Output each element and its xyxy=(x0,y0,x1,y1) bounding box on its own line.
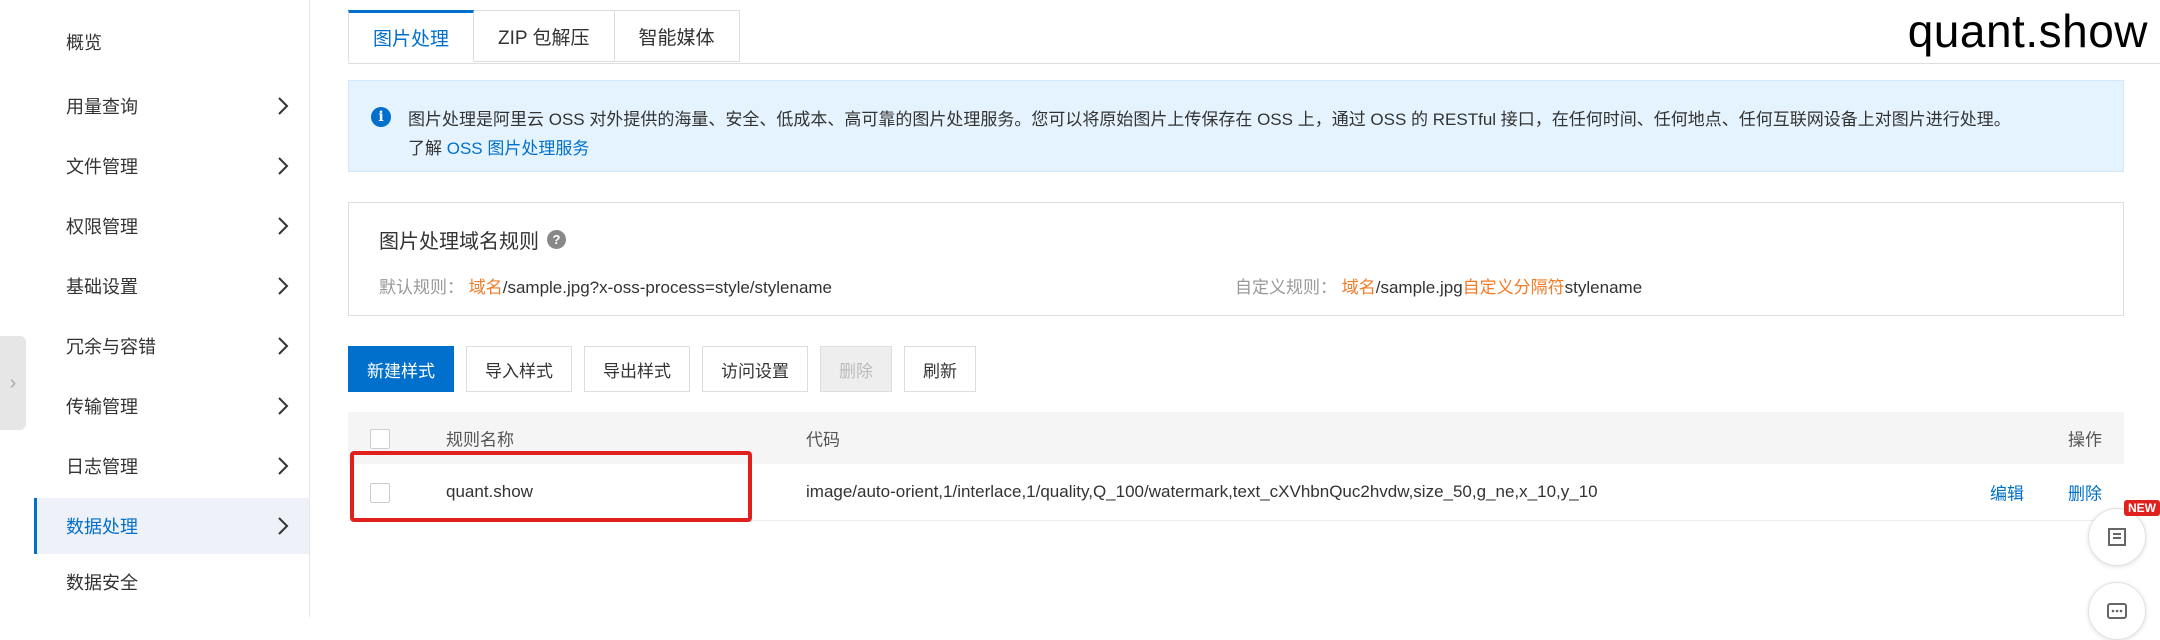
row-delete-link[interactable]: 删除 xyxy=(2068,480,2102,505)
sidebar-item-redundancy[interactable]: 冗余与容错 xyxy=(34,318,309,374)
watermark-text: quant.show xyxy=(1907,5,2148,57)
sidebar-item-label: 传输管理 xyxy=(66,397,138,417)
sidebar-item-data-security[interactable]: 数据安全 xyxy=(34,554,309,610)
main-content: 图片处理 ZIP 包解压 智能媒体 i 图片处理是阿里云 OSS 对外提供的海量… xyxy=(310,0,2160,617)
chevron-right-icon xyxy=(278,517,289,535)
custom-rule-path: /sample.jpg xyxy=(1375,278,1463,297)
chevron-right-icon xyxy=(278,277,289,295)
chevron-right-icon xyxy=(278,457,289,475)
left-gutter xyxy=(0,0,34,617)
sidebar-item-overview[interactable]: 概览 xyxy=(34,14,309,70)
sidebar-item-transfer[interactable]: 传输管理 xyxy=(34,378,309,434)
default-rule-label: 默认规则： xyxy=(379,278,464,297)
sidebar-item-label: 文件管理 xyxy=(66,157,138,177)
custom-rule: 自定义规则： 域名/sample.jpg自定义分隔符stylename xyxy=(1235,273,1642,298)
sidebar-item-data-processing[interactable]: 数据处理 xyxy=(34,498,309,554)
row-checkbox[interactable] xyxy=(370,483,390,503)
chevron-right-icon xyxy=(278,157,289,175)
styles-table: 规则名称 代码 操作 quant.show image/auto-orient,… xyxy=(348,412,2124,521)
access-settings-button[interactable]: 访问设置 xyxy=(702,346,808,392)
sidebar: 概览 用量查询 文件管理 权限管理 基础设置 冗余与容错 传输管理 日志管理 数… xyxy=(34,0,310,617)
header-actions: 操作 xyxy=(2068,430,2102,450)
default-rule: 默认规则： 域名/sample.jpg?x-oss-process=style/… xyxy=(379,273,832,298)
new-badge: NEW xyxy=(2124,500,2160,516)
book-icon xyxy=(2108,528,2126,546)
chevron-right-icon xyxy=(278,397,289,415)
oss-image-service-link[interactable]: OSS 图片处理服务 xyxy=(447,139,590,158)
tab-bar: 图片处理 ZIP 包解压 智能媒体 xyxy=(348,10,740,64)
row-code: image/auto-orient,1/interlace,1/quality,… xyxy=(806,482,1598,501)
sidebar-item-files[interactable]: 文件管理 xyxy=(34,138,309,194)
custom-rule-separator: 自定义分隔符 xyxy=(1462,278,1565,297)
info-learn-more: 了解 OSS 图片处理服务 xyxy=(408,134,589,159)
row-rule-name: quant.show xyxy=(446,482,533,501)
custom-rule-domain: 域名 xyxy=(1341,278,1376,297)
sidebar-item-label: 基础设置 xyxy=(66,277,138,297)
tab-zip-extract[interactable]: ZIP 包解压 xyxy=(474,10,615,62)
info-banner: i 图片处理是阿里云 OSS 对外提供的海量、安全、低成本、高可靠的图片处理服务… xyxy=(348,80,2124,172)
header-rule-name: 规则名称 xyxy=(446,430,514,450)
new-style-button[interactable]: 新建样式 xyxy=(348,346,454,392)
sidebar-item-label: 权限管理 xyxy=(66,217,138,237)
sidebar-item-basic-settings[interactable]: 基础设置 xyxy=(34,258,309,314)
sidebar-item-label: 数据安全 xyxy=(66,573,138,593)
default-rule-path: /sample.jpg?x-oss-process=style/stylenam… xyxy=(502,278,833,297)
chevron-right-icon: › xyxy=(9,371,17,394)
header-code: 代码 xyxy=(806,430,840,450)
chevron-right-icon xyxy=(278,97,289,115)
table-header: 规则名称 代码 操作 xyxy=(348,412,2124,464)
select-all-checkbox[interactable] xyxy=(370,429,390,449)
refresh-button[interactable]: 刷新 xyxy=(904,346,976,392)
sidebar-collapse-handle[interactable]: › xyxy=(0,336,26,430)
chat-float-button[interactable] xyxy=(2088,582,2146,640)
tab-smart-media[interactable]: 智能媒体 xyxy=(614,10,740,62)
domain-rules-title: 图片处理域名规则 ? xyxy=(379,225,566,254)
chevron-right-icon xyxy=(278,217,289,235)
info-learn-prefix: 了解 xyxy=(408,139,442,158)
sidebar-item-label: 日志管理 xyxy=(66,457,138,477)
tabs-divider xyxy=(348,63,2160,64)
docs-float-button[interactable] xyxy=(2088,508,2146,566)
info-icon: i xyxy=(371,107,391,127)
tab-image-processing[interactable]: 图片处理 xyxy=(348,10,475,62)
chevron-right-icon xyxy=(278,337,289,355)
import-style-button[interactable]: 导入样式 xyxy=(466,346,572,392)
sidebar-item-label: 冗余与容错 xyxy=(66,337,156,357)
table-row: quant.show image/auto-orient,1/interlace… xyxy=(348,464,2124,521)
sidebar-item-label: 用量查询 xyxy=(66,97,138,117)
domain-rules-panel: 图片处理域名规则 ? 默认规则： 域名/sample.jpg?x-oss-pro… xyxy=(348,202,2124,316)
sidebar-item-usage[interactable]: 用量查询 xyxy=(34,78,309,134)
delete-button: 删除 xyxy=(820,346,892,392)
custom-rule-style: stylename xyxy=(1564,278,1643,297)
domain-rules-title-text: 图片处理域名规则 xyxy=(379,231,539,253)
export-style-button[interactable]: 导出样式 xyxy=(584,346,690,392)
toolbar: 新建样式 导入样式 导出样式 访问设置 删除 刷新 xyxy=(348,346,976,394)
help-icon[interactable]: ? xyxy=(547,230,566,249)
default-rule-domain: 域名 xyxy=(468,278,503,297)
sidebar-item-permissions[interactable]: 权限管理 xyxy=(34,198,309,254)
custom-rule-label: 自定义规则： xyxy=(1235,278,1337,297)
sidebar-item-label: 概览 xyxy=(66,33,102,53)
chat-icon xyxy=(2107,603,2127,619)
sidebar-item-label: 数据处理 xyxy=(66,517,138,537)
row-edit-link[interactable]: 编辑 xyxy=(1990,480,2024,505)
sidebar-item-logs[interactable]: 日志管理 xyxy=(34,438,309,494)
info-text: 图片处理是阿里云 OSS 对外提供的海量、安全、低成本、高可靠的图片处理服务。您… xyxy=(408,110,2011,129)
